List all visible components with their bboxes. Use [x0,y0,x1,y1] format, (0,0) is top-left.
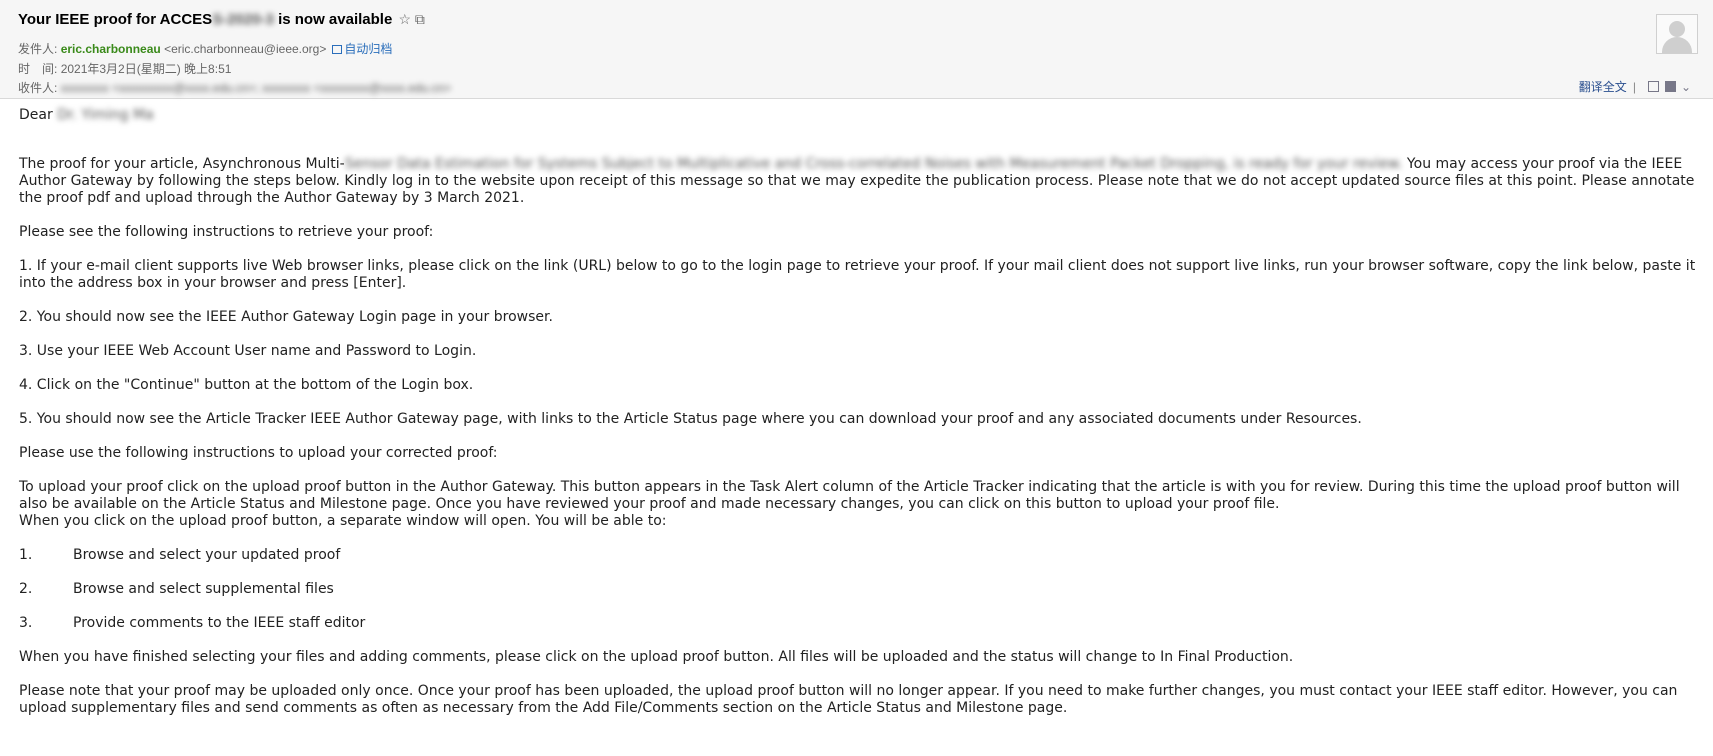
greeting-text: Dear [19,107,58,123]
to-row: 收件人: xxxxxxxx <xxxxxxxxx@xxxx.edu.cn>; x… [18,79,451,96]
from-row: 发件人: eric.charbonneau <eric.charbonneau@… [18,40,392,57]
greeting: Dear Dr. Yiming Ma [19,107,1699,124]
time-value: 2021年3月2日(星期二) 晚上8:51 [60,62,232,76]
avatar[interactable] [1656,14,1698,54]
subject-text-suffix: is now available [273,11,393,28]
popout-icon[interactable]: ⧉ [415,11,425,27]
article-title-redacted: Sensor Data Estimation for Systems Subje… [344,156,1403,172]
translate-all-link[interactable]: 翻译全文 [1579,80,1627,94]
time-row: 时 间: 2021年3月2日(星期二) 晚上8:51 [18,60,231,77]
paragraph-step-2: 2. You should now see the IEEE Author Ga… [19,309,553,325]
upload-instructions-text: To upload your proof click on the upload… [19,479,1680,512]
paragraph-finished: When you have finished selecting your fi… [19,649,1294,665]
print-icon[interactable] [1664,81,1676,92]
p1-start: The proof for your article, Asynchronous… [19,156,345,172]
mail-toolbar: 翻译全文 | ⌄ [1579,78,1691,95]
greeting-redacted: Dr. Yiming Ma [57,107,154,123]
archive-icon[interactable] [332,45,343,54]
list-number: 2. [19,581,33,597]
subject-redacted: S-2020-3 [212,11,274,28]
list-item: 1. Browse and select your updated proof [19,547,1699,564]
list-number: 3. [19,615,33,631]
mail-header: Your IEEE proof for ACCESS-2020-3 is now… [0,0,1713,99]
note-icon[interactable] [1647,81,1659,92]
time-label: 时 间: [18,62,58,76]
chevron-down-icon[interactable]: ⌄ [1681,80,1691,94]
paragraph-retrieve-intro: Please see the following instructions to… [19,224,434,240]
recipients-redacted[interactable]: xxxxxxxx <xxxxxxxxx@xxxx.edu.cn>; xxxxxx… [61,81,451,95]
subject-text-prefix: Your IEEE proof for ACCES [18,11,213,28]
list-number: 1. [19,547,33,563]
paragraph-upload-intro: Please use the following instructions to… [19,445,498,461]
paragraph-step-1: 1. If your e-mail client supports live W… [19,258,1696,291]
paragraph-step-5: 5. You should now see the Article Tracke… [19,411,1362,427]
sender-email[interactable]: <eric.charbonneau@ieee.org> [164,42,326,56]
list-item: 2. Browse and select supplemental files [19,581,1699,598]
mail-subject: Your IEEE proof for ACCESS-2020-3 is now… [18,11,425,28]
list-text: Browse and select supplemental files [73,581,334,597]
paragraph-upload-instructions: To upload your proof click on the upload… [19,479,1699,530]
list-text: Provide comments to the IEEE staff edito… [73,615,366,631]
paragraph-upload-once: Please note that your proof may be uploa… [19,683,1678,716]
paragraph-step-4: 4. Click on the "Continue" button at the… [19,377,474,393]
sender-name[interactable]: eric.charbonneau [61,42,161,56]
list-item: 3. Provide comments to the IEEE staff edi… [19,615,1699,632]
to-label: 收件人: [18,81,58,95]
upload-window-text: When you click on the upload proof butto… [19,513,667,529]
toolbar-divider: | [1632,80,1636,94]
from-label: 发件人: [18,42,58,56]
paragraph-step-3: 3. Use your IEEE Web Account User name a… [19,343,477,359]
paragraph-proof-ready: The proof for your article, Asynchronous… [19,156,1699,207]
list-text: Browse and select your updated proof [73,547,341,563]
auto-archive-link[interactable]: 自动归档 [344,42,392,56]
star-icon[interactable]: ☆ [398,11,411,27]
mail-body: Dear Dr. Yiming Ma The proof for your ar… [19,107,1699,734]
